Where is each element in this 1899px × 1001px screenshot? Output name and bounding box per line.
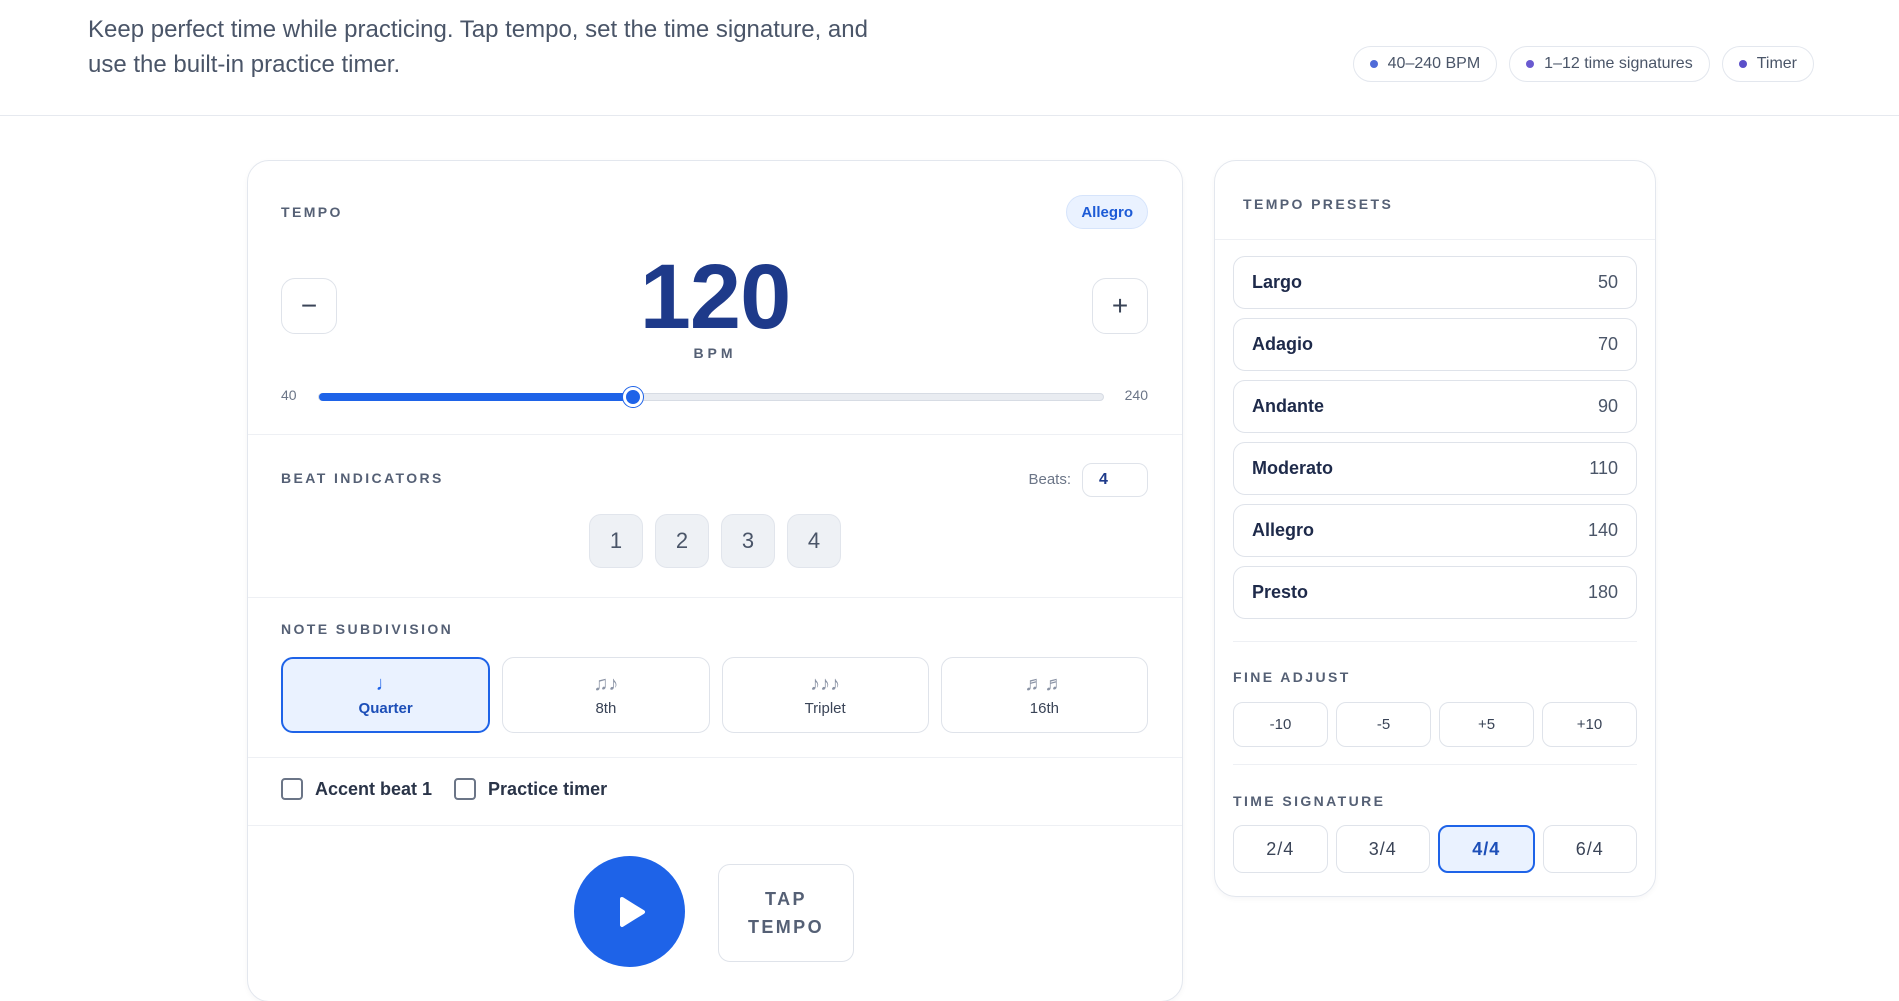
subdivision-options: ♩ Quarter ♫♪ 8th ♪♪♪ Triplet ♬♬ 16th <box>281 657 1148 733</box>
subdivision-8th-button[interactable]: ♫♪ 8th <box>502 657 710 733</box>
feature-chips: 40–240 BPM 1–12 time signatures Timer <box>1352 46 1814 82</box>
preset-andante[interactable]: Andante 90 <box>1233 380 1637 433</box>
beats-count-input[interactable]: 4 <box>1082 463 1148 497</box>
fine-adjust-buttons: -10 -5 +5 +10 <box>1233 702 1637 747</box>
preset-name: Moderato <box>1252 458 1333 478</box>
adjust-minus-5-button[interactable]: -5 <box>1336 702 1431 747</box>
preset-bpm: 70 <box>1597 334 1618 354</box>
adjust-plus-5-button[interactable]: +5 <box>1439 702 1534 747</box>
chip-bpm-range: 40–240 BPM <box>1352 46 1498 82</box>
time-signature-2-4-button[interactable]: 2/4 <box>1233 825 1328 873</box>
subdivision-label: Triplet <box>804 699 846 717</box>
quarter-note-icon: ♩ <box>375 672 396 695</box>
tempo-presets-label: TEMPO PRESETS <box>1243 196 1394 212</box>
preset-name: Allegro <box>1252 520 1315 540</box>
beat-indicators-label: BEAT INDICATORS <box>281 470 444 486</box>
checkbox-label: Accent beat 1 <box>315 778 433 799</box>
chip-label: Timer <box>1756 55 1797 72</box>
preset-moderato[interactable]: Moderato 110 <box>1233 442 1637 495</box>
slider-max-label: 240 <box>1124 387 1148 403</box>
tempo-slider-thumb[interactable] <box>622 387 643 407</box>
preset-largo[interactable]: Largo 50 <box>1233 256 1637 309</box>
time-signature-buttons: 2/4 3/4 4/4 6/4 <box>1233 825 1637 873</box>
time-signature-3-4-button[interactable]: 3/4 <box>1335 825 1430 873</box>
preset-name: Adagio <box>1252 334 1313 354</box>
divider <box>1215 239 1655 240</box>
intro-text: Keep perfect time while practicing. Tap … <box>88 16 868 78</box>
beat-indicator: 3 <box>721 514 775 568</box>
divider <box>1233 641 1637 642</box>
preset-name: Largo <box>1252 272 1303 292</box>
subdivision-quarter-button[interactable]: ♩ Quarter <box>281 657 491 733</box>
page-header: Keep perfect time while practicing. Tap … <box>0 0 1899 116</box>
sixteenth-notes-icon: ♬♬ <box>1024 672 1065 695</box>
preset-name: Andante <box>1252 396 1324 416</box>
adjust-minus-10-button[interactable]: -10 <box>1233 702 1328 747</box>
tempo-slider-fill <box>319 393 633 401</box>
option-checkboxes: Accent beat 1 Practice timer <box>281 778 607 800</box>
preset-name: Presto <box>1252 582 1309 602</box>
preset-bpm: 110 <box>1589 458 1618 478</box>
play-icon <box>619 896 645 927</box>
practice-timer-checkbox[interactable]: Practice timer <box>454 778 607 800</box>
eighth-notes-icon: ♫♪ <box>593 672 619 695</box>
beat-indicator: 1 <box>589 514 643 568</box>
chip-label: 1–12 time signatures <box>1544 55 1693 72</box>
time-signature-4-4-button[interactable]: 4/4 <box>1438 825 1535 873</box>
divider <box>248 757 1182 758</box>
tempo-slider[interactable] <box>318 387 1104 407</box>
tempo-marking-badge: Allegro <box>1066 195 1148 229</box>
divider <box>248 597 1182 598</box>
divider <box>1233 764 1637 765</box>
beat-indicator: 2 <box>655 514 709 568</box>
bpm-value: 120 <box>639 246 792 348</box>
bpm-unit-label: BPM <box>693 345 737 361</box>
beat-indicator: 4 <box>787 514 841 568</box>
tempo-label: TEMPO <box>281 204 343 220</box>
divider <box>248 825 1182 826</box>
preset-bpm: 140 <box>1587 520 1618 540</box>
beat-indicators: 1 2 3 4 <box>248 514 1182 568</box>
preset-bpm: 90 <box>1597 396 1618 416</box>
tap-tempo-button[interactable]: TAP TEMPO <box>718 864 854 962</box>
chip-label: 40–240 BPM <box>1387 55 1481 72</box>
metronome-card: TEMPO Allegro − + 120 BPM 40 240 BEAT IN… <box>247 160 1183 1001</box>
chip-dot-icon <box>1738 60 1747 68</box>
chip-dot-icon <box>1526 60 1535 68</box>
preset-allegro[interactable]: Allegro 140 <box>1233 504 1637 557</box>
slider-min-label: 40 <box>281 387 297 403</box>
subdivision-label: 16th <box>1029 699 1059 717</box>
preset-bpm: 50 <box>1597 272 1618 292</box>
chip-timer: Timer <box>1721 46 1814 82</box>
subdivision-label: Quarter <box>358 699 413 717</box>
beats-count-label: Beats: <box>1028 471 1071 488</box>
checkbox-label: Practice timer <box>488 778 608 799</box>
time-signature-label: TIME SIGNATURE <box>1233 793 1386 809</box>
time-signature-6-4-button[interactable]: 6/4 <box>1542 825 1637 873</box>
subdivision-triplet-button[interactable]: ♪♪♪ Triplet <box>721 657 929 733</box>
triplet-notes-icon: ♪♪♪ <box>810 672 841 695</box>
accent-beat-checkbox[interactable]: Accent beat 1 <box>281 778 432 800</box>
subdivision-16th-button[interactable]: ♬♬ 16th <box>940 657 1148 733</box>
preset-bpm: 180 <box>1587 582 1618 602</box>
checkbox-icon[interactable] <box>281 778 303 800</box>
side-panel: TEMPO PRESETS Largo 50 Adagio 70 Andante… <box>1214 160 1656 897</box>
checkbox-icon[interactable] <box>454 778 477 800</box>
fine-adjust-label: FINE ADJUST <box>1233 669 1351 685</box>
preset-adagio[interactable]: Adagio 70 <box>1233 318 1637 371</box>
chip-time-signatures: 1–12 time signatures <box>1509 46 1710 82</box>
note-subdivision-label: NOTE SUBDIVISION <box>281 621 454 637</box>
subdivision-label: 8th <box>595 699 617 717</box>
preset-presto[interactable]: Presto 180 <box>1233 566 1637 619</box>
play-button[interactable] <box>574 856 685 967</box>
chip-dot-icon <box>1369 60 1378 68</box>
divider <box>248 434 1182 435</box>
adjust-plus-10-button[interactable]: +10 <box>1542 702 1637 747</box>
tempo-preset-list: Largo 50 Adagio 70 Andante 90 Moderato 1… <box>1233 256 1637 628</box>
